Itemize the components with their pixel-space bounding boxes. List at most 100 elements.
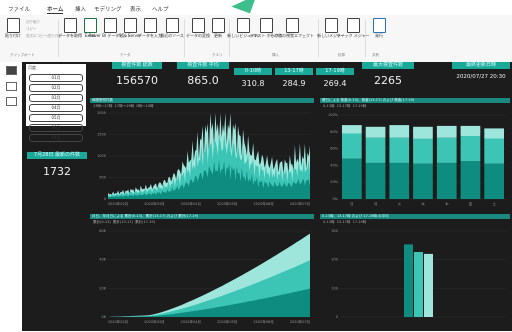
y-tick-label: 0 (336, 315, 338, 319)
bar-segment (460, 161, 481, 199)
tab-modeling[interactable]: モデリング (94, 5, 122, 13)
legend-item: 13-17時 (336, 104, 351, 108)
tab-insert[interactable]: 挿入 (75, 5, 86, 13)
average-bar-chart[interactable]: 0-13時、13-17時 および 17-19時 の平均 0-13時 13-17時… (320, 214, 510, 328)
bar-segment (389, 137, 410, 163)
x-tick-label: 2020年02月 (108, 201, 128, 206)
x-tick-label: 水 (421, 201, 425, 206)
legend-item: 17時〜19時 (114, 104, 135, 108)
slicer-item[interactable]: 04月 (29, 103, 83, 112)
time-band-area-chart[interactable]: 時間帯別件数 13時〜17時 17時〜19時 0時〜10時 2000 1500 10… (90, 98, 314, 210)
legend-item: 17-19時 (352, 104, 367, 108)
legend-item: 0-13時 (323, 220, 335, 224)
publish-button[interactable]: 発行 (369, 18, 389, 39)
data-view-icon[interactable] (6, 82, 17, 91)
x-tick-label: 日 (350, 202, 354, 206)
model-view-icon[interactable] (6, 97, 17, 106)
tab-file[interactable]: ファイル (8, 5, 30, 13)
x-tick-label: 金 (469, 201, 473, 206)
x-tick-label: 2020年03月 (144, 201, 164, 206)
group-query: クエリ (212, 53, 223, 57)
slicer-item[interactable]: 06月 (29, 123, 83, 132)
latest-count-card: 7月28日 最新の件数 1732 (27, 152, 87, 178)
format-painter-button[interactable]: 書式のコピー/貼り付け (26, 33, 62, 40)
bar-segment (389, 162, 410, 199)
slicer-item[interactable]: 03月 (29, 93, 83, 102)
powerbi-dataset-button[interactable]: Power BI データセット (89, 18, 131, 39)
latest-count-label: 7月28日 最新の件数 (27, 152, 87, 159)
cut-button[interactable]: 切り取り (26, 19, 62, 26)
transform-icon (191, 18, 205, 33)
max-card: 最大検査件数 2265 (362, 62, 414, 87)
view-switcher (0, 62, 23, 331)
tab-help[interactable]: ヘルプ (152, 5, 169, 13)
bar-segment (436, 137, 457, 163)
y-tick-label: 200 (331, 258, 338, 262)
area-plot: 2000 1500 1000 500 02020年02月 2020年03月 2020年04月… (97, 111, 310, 206)
legend-item: 13-17時 (336, 220, 351, 224)
x-tick-label: 2020年07月 (290, 319, 310, 324)
slicer-item[interactable]: 02月 (29, 83, 83, 92)
band-value: 269.4 (323, 79, 347, 88)
bar-segment (389, 125, 410, 138)
total-card: 検査件数 総数 156570 (112, 62, 162, 87)
group-share: 共有 (372, 53, 379, 57)
average-value: 865.0 (187, 74, 219, 87)
y-tick-label: 0K (101, 315, 106, 319)
average-bar (414, 252, 423, 317)
recent-icon (165, 18, 179, 33)
x-tick-label: 2020年05月 (217, 319, 237, 324)
enter-data-button[interactable]: データを入力 (138, 18, 162, 39)
cumulative-plot: 60K 40K 20K 0K2020年02月 2020年03月 2020年04月 2020年… (99, 229, 310, 324)
ribbon-separator (184, 19, 185, 57)
slicer-item[interactable]: 01月 (29, 73, 83, 82)
tab-home[interactable]: ホーム (47, 5, 64, 14)
slicer-item[interactable]: 07月 (29, 133, 83, 142)
latest-count-value: 1732 (43, 165, 71, 178)
transform-data-button[interactable]: データの変換 (186, 18, 210, 39)
bar-plot: 100% 80% 60% 40% 20% 0% 日 月 火 水 木 金 土 (328, 113, 506, 206)
group-insert: 挿入 (272, 53, 279, 57)
measure-icon (324, 18, 338, 33)
band-value: 284.9 (282, 79, 306, 88)
y-tick-label: 60K (99, 229, 106, 233)
legend-item: 累計(13-17) (112, 220, 133, 224)
weekday-stacked-bar-chart[interactable]: 曜日による 検査(0-13)、検査(13-17) および 検査(17-19) 0… (320, 98, 510, 210)
cumulative-area-chart[interactable]: 月日、年月日による 累計(0-13)、累計(13-17) および 累計(17-1… (90, 214, 314, 328)
bar-segment (413, 138, 433, 164)
copy-button[interactable]: コピー (26, 26, 62, 33)
max-label: 最大検査件数 (362, 62, 414, 69)
recent-sources-button[interactable]: 最近のソース (160, 18, 184, 39)
bar-chart-icon (236, 18, 250, 33)
group-clipboard: クリップボード (10, 53, 35, 57)
x-tick-label: 2020年06月 (253, 201, 273, 206)
bar-segment (365, 137, 386, 163)
tab-view[interactable]: 表示 (130, 5, 141, 13)
x-tick-label: 火 (398, 201, 402, 206)
x-tick-label: 2020年07月 (290, 201, 310, 206)
table-icon (143, 18, 157, 33)
refresh-button[interactable]: 更新 (208, 18, 228, 39)
y-tick-label: 1500 (97, 133, 106, 137)
database-icon (63, 18, 77, 33)
bar-segment (413, 163, 433, 199)
quick-measure-button[interactable]: クイック メジャー (336, 18, 370, 39)
sql-server-button[interactable]: SQL Server (119, 18, 141, 39)
y-tick-label: 2000 (97, 111, 106, 115)
bar-segment (365, 126, 386, 138)
report-view-icon[interactable] (6, 66, 17, 75)
band-label: 0-10時 (234, 68, 272, 75)
month-slicer[interactable]: 月度 01月 02月 03月 04月 05月 06月 07月 (26, 64, 86, 142)
slicer-item[interactable]: 05月 (29, 113, 83, 122)
legend-item: 17-19時 (352, 220, 367, 224)
more-visuals-button[interactable]: その他の視覚エフェクト (270, 18, 314, 39)
legend-item: 累計(17-19) (135, 220, 155, 224)
bar-segment (460, 136, 481, 162)
get-data-button[interactable]: データを取得 (58, 18, 82, 39)
paste-button[interactable]: 貼り付け (3, 18, 23, 39)
bar-segment (460, 125, 481, 136)
y-tick-label: 20% (330, 180, 338, 184)
x-tick-label: 2020年05月 (217, 201, 237, 206)
bar-segment (365, 162, 386, 199)
updated-value: 2020/07/27 20:30 (456, 74, 506, 80)
